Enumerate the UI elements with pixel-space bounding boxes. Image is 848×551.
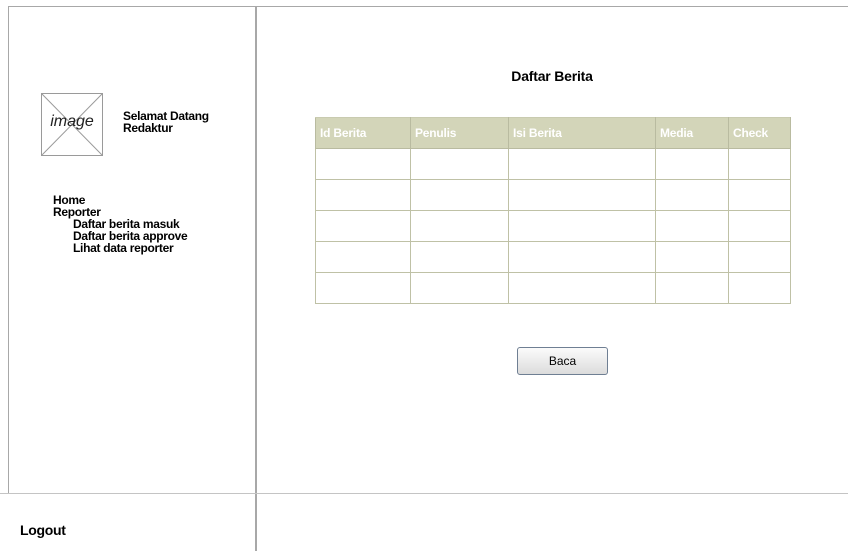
table-cell <box>508 241 656 273</box>
table-row[interactable] <box>315 148 791 180</box>
welcome-message: Selamat Datang Redaktur <box>123 110 209 134</box>
column-header-isi-berita: Isi Berita <box>508 117 656 149</box>
table-cell <box>508 210 656 242</box>
table-cell <box>655 210 729 242</box>
user-image-placeholder: image <box>41 93 103 156</box>
table-cell <box>655 148 729 180</box>
table-cell[interactable] <box>728 148 791 180</box>
table-header-row: Id Berita Penulis Isi Berita Media Check <box>315 117 791 149</box>
frame-top-border <box>8 6 848 7</box>
table-cell <box>508 179 656 211</box>
table-cell <box>655 272 729 304</box>
table-row[interactable] <box>315 272 791 304</box>
column-header-penulis: Penulis <box>410 117 509 149</box>
table-cell <box>410 210 509 242</box>
baca-button[interactable]: Baca <box>517 347 608 375</box>
table-cell <box>508 272 656 304</box>
table-cell <box>315 241 411 273</box>
page-title: Daftar Berita <box>511 68 593 84</box>
table-cell <box>410 148 509 180</box>
table-cell <box>315 148 411 180</box>
footer-divider <box>0 493 848 494</box>
table-row[interactable] <box>315 179 791 211</box>
image-placeholder-label: image <box>50 113 94 130</box>
column-header-media: Media <box>655 117 729 149</box>
table-cell[interactable] <box>728 179 791 211</box>
table-cell[interactable] <box>728 272 791 304</box>
table-cell[interactable] <box>728 241 791 273</box>
table-cell <box>315 179 411 211</box>
table-row[interactable] <box>315 241 791 273</box>
column-header-check: Check <box>728 117 791 149</box>
sidebar-nav: Home Reporter Daftar berita masuk Daftar… <box>53 194 188 254</box>
frame-left-border <box>8 6 9 493</box>
berita-table: Id Berita Penulis Isi Berita Media Check <box>315 117 791 304</box>
table-cell <box>655 179 729 211</box>
table-row[interactable] <box>315 210 791 242</box>
logout-link[interactable]: Logout <box>20 522 66 538</box>
table-cell <box>315 272 411 304</box>
table-cell <box>508 148 656 180</box>
table-cell <box>315 210 411 242</box>
table-cell <box>655 241 729 273</box>
table-cell <box>410 179 509 211</box>
sidebar-divider <box>255 6 257 551</box>
column-header-id-berita: Id Berita <box>315 117 411 149</box>
nav-item-lihat-data-reporter[interactable]: Lihat data reporter <box>53 242 187 254</box>
welcome-line-2: Redaktur <box>123 121 173 135</box>
table-cell[interactable] <box>728 210 791 242</box>
table-cell <box>410 272 509 304</box>
table-cell <box>410 241 509 273</box>
